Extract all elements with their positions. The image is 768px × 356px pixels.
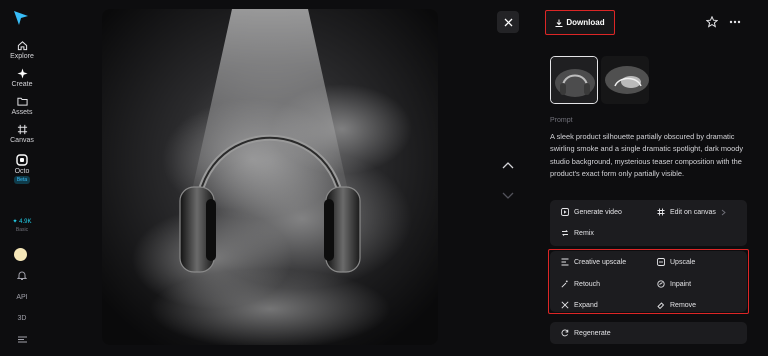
sidebar-item-octo[interactable]: Octo Beta [0, 154, 44, 184]
menu-icon[interactable] [0, 336, 44, 345]
beta-badge: Beta [13, 176, 31, 184]
variation-thumbnail[interactable] [601, 56, 649, 104]
canvas-grid-icon [657, 208, 665, 216]
creative-upscale-button[interactable]: Creative upscale [561, 258, 626, 266]
notification-bell-icon[interactable] [0, 270, 44, 283]
sidebar-item-label: Explore [10, 53, 34, 60]
edit-on-canvas-button[interactable]: Edit on canvas [657, 208, 726, 216]
inpaint-icon [657, 280, 665, 288]
actions-card [550, 200, 747, 246]
headphones-image [102, 9, 438, 345]
favorite-star-icon[interactable] [705, 15, 719, 33]
chevron-down-icon[interactable] [502, 187, 514, 205]
chevron-right-icon [721, 209, 726, 215]
sidebar-item-canvas[interactable]: Canvas [0, 124, 44, 144]
left-sidebar: Explore Create Assets Canvas Octo Beta ✦… [0, 0, 44, 356]
prompt-text: A sleek product silhouette partially obs… [550, 132, 744, 179]
sidebar-item-3d[interactable]: 3D [0, 315, 44, 322]
sparkle-icon [16, 68, 28, 79]
magic-wand-icon [561, 280, 568, 288]
regenerate-label-group[interactable]: Regenerate [561, 329, 611, 337]
upscale-icon [657, 258, 665, 266]
sidebar-item-api[interactable]: API [0, 294, 44, 301]
plan-label: Basic [15, 227, 29, 233]
sidebar-item-label: Octo [14, 168, 30, 175]
video-play-icon [561, 208, 569, 216]
refresh-icon [561, 329, 569, 337]
creative-upscale-icon [561, 258, 569, 266]
generated-image[interactable] [102, 9, 438, 345]
download-label: Download [566, 18, 605, 27]
home-icon [17, 41, 27, 51]
download-icon [555, 19, 563, 27]
remix-icon [562, 230, 568, 236]
retouch-button[interactable]: Retouch [561, 280, 600, 288]
download-button[interactable]: Download [545, 10, 615, 35]
credits-indicator[interactable]: ✦ 4.9K Basic [0, 218, 44, 233]
octo-icon [16, 154, 28, 166]
sidebar-item-assets[interactable]: Assets [0, 96, 44, 116]
variation-thumbnail[interactable] [550, 56, 598, 104]
eraser-icon [657, 302, 665, 309]
folder-icon [16, 97, 28, 106]
sidebar-item-label: Create [11, 81, 33, 88]
canvas-icon [17, 124, 27, 135]
avatar[interactable] [14, 248, 27, 261]
generate-video-button[interactable]: Generate video [561, 208, 622, 216]
sidebar-item-create[interactable]: Create [0, 68, 44, 88]
credits-value: ✦ 4.9K [12, 219, 32, 225]
close-icon [504, 18, 512, 26]
upscale-button[interactable]: Upscale [657, 258, 695, 266]
remix-button[interactable]: Remix [561, 229, 594, 237]
prompt-label: Prompt [550, 117, 573, 124]
sidebar-item-explore[interactable]: Explore [0, 40, 44, 60]
details-panel: Download Prompt A sleek product silhouet… [545, 0, 755, 356]
sidebar-item-label: Canvas [10, 137, 34, 144]
sidebar-item-label: Assets [11, 109, 33, 116]
remove-button[interactable]: Remove [657, 301, 696, 309]
expand-icon [561, 301, 569, 309]
close-button[interactable] [497, 11, 519, 33]
chevron-up-icon[interactable] [502, 156, 514, 174]
inpaint-button[interactable]: Inpaint [657, 280, 691, 288]
expand-button[interactable]: Expand [561, 301, 598, 309]
more-options-icon[interactable] [729, 15, 741, 33]
logo-icon[interactable] [12, 10, 30, 31]
